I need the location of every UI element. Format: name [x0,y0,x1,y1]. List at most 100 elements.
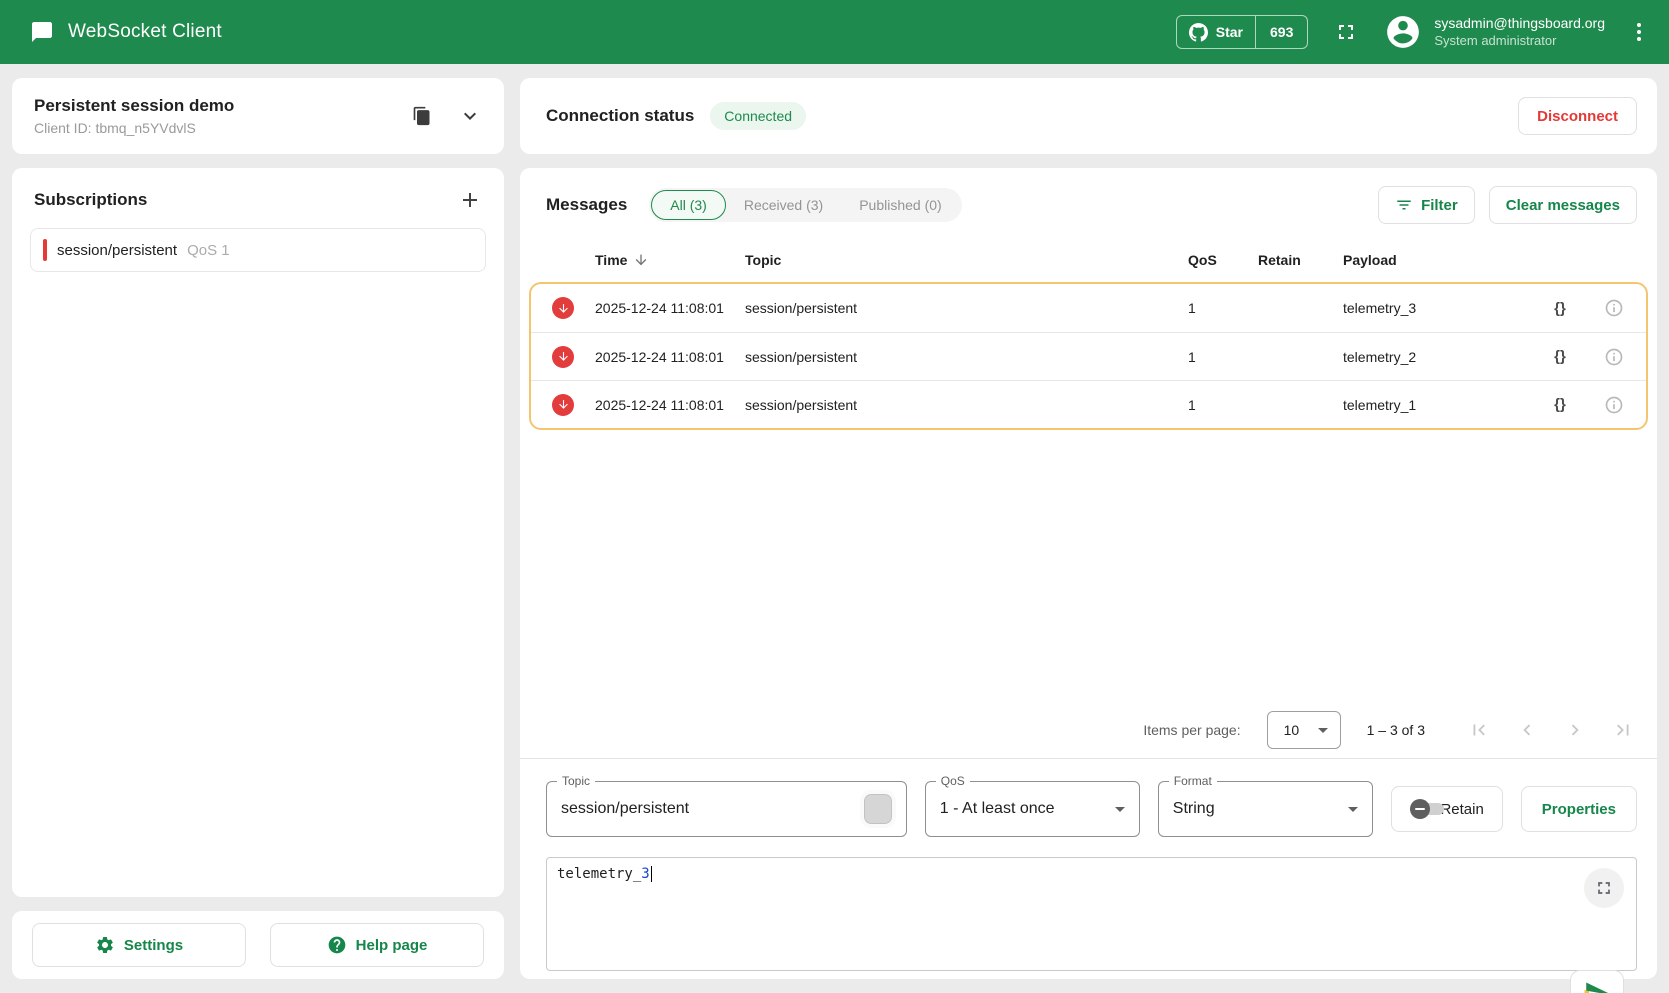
previous-page-button[interactable] [1509,712,1545,748]
messages-tab-group: All (3) Received (3) Published (0) [649,188,961,222]
cell-time: 2025-12-24 11:08:01 [595,300,745,316]
cell-topic: session/persistent [745,397,1188,413]
help-page-label: Help page [356,937,428,954]
info-icon[interactable] [1604,395,1624,415]
editor-text: telemetry_ [557,866,641,882]
cell-qos: 1 [1188,397,1258,413]
topic-input[interactable] [561,800,864,818]
publish-form: Topic QoS 1 - At least once Format Strin… [520,759,1657,837]
chevron-down-icon [1348,807,1358,812]
table-row[interactable]: 2025-12-24 11:08:01 session/persistent 1… [531,380,1646,428]
subscription-item[interactable]: session/persistent QoS 1 [30,228,486,272]
more-menu-button[interactable] [1631,17,1647,47]
tab-received[interactable]: Received (3) [726,190,841,220]
chevron-down-icon [1115,807,1125,812]
filter-label: Filter [1421,197,1458,214]
received-message-icon [552,297,574,319]
cell-payload: telemetry_3 [1343,300,1538,316]
cell-qos: 1 [1188,349,1258,365]
disconnect-button[interactable]: Disconnect [1518,97,1637,135]
settings-button[interactable]: Settings [32,923,246,967]
subscription-qos: QoS 1 [187,242,230,259]
cell-qos: 1 [1188,300,1258,316]
session-card: Persistent session demo Client ID: tbmq_… [12,78,504,154]
github-star-count: 693 [1255,16,1307,48]
user-properties-icon[interactable]: {} [1538,348,1582,365]
properties-button[interactable]: Properties [1521,786,1637,832]
clear-messages-button[interactable]: Clear messages [1489,186,1637,224]
fullscreen-button[interactable] [1334,20,1358,44]
user-menu[interactable]: sysadmin@thingsboard.org System administ… [1384,13,1605,51]
connection-status-card: Connection status Connected Disconnect [520,78,1657,154]
editor-number: 3 [641,866,649,882]
table-row[interactable]: 2025-12-24 11:08:01 session/persistent 1… [531,332,1646,380]
user-properties-icon[interactable]: {} [1538,396,1582,413]
retain-toggle[interactable]: Retain [1391,786,1503,832]
github-star-button[interactable]: Star 693 [1176,15,1309,49]
send-message-button[interactable] [1570,970,1624,993]
user-properties-icon[interactable]: {} [1538,300,1582,317]
page-range-label: 1 – 3 of 3 [1367,722,1425,738]
sidebar-footer: Settings Help page [12,911,504,979]
connection-status-badge: Connected [710,102,806,130]
received-message-icon [552,346,574,368]
github-star-label: Star [1216,24,1243,40]
received-message-icon [552,394,574,416]
table-row[interactable]: 2025-12-24 11:08:01 session/persistent 1… [531,284,1646,332]
expand-editor-button[interactable] [1584,868,1624,908]
messages-title: Messages [546,195,627,215]
sort-descending-icon [633,252,649,268]
retain-label: Retain [1440,801,1483,818]
cell-payload: telemetry_1 [1343,397,1538,413]
copy-client-id-button[interactable] [412,106,432,126]
add-subscription-button[interactable] [458,188,482,212]
tab-all[interactable]: All (3) [651,190,726,220]
column-qos: QoS [1188,252,1258,268]
format-select[interactable]: Format String [1158,781,1373,837]
cell-topic: session/persistent [745,349,1188,365]
info-icon[interactable] [1604,298,1624,318]
topic-field: Topic [546,781,907,837]
items-per-page-label: Items per page: [1143,722,1240,738]
column-retain: Retain [1258,252,1343,268]
client-id: Client ID: tbmq_n5YVdvlS [34,120,234,136]
github-icon [1189,23,1208,42]
user-role: System administrator [1434,33,1605,50]
format-value: String [1173,800,1215,818]
last-page-button[interactable] [1605,712,1641,748]
connection-status-title: Connection status [546,106,694,126]
paginator: Items per page: 10 1 – 3 of 3 [520,702,1657,758]
toggle-off-icon [1410,801,1429,817]
avatar [1384,13,1422,51]
first-page-button[interactable] [1461,712,1497,748]
filter-icon [1395,196,1413,214]
subscription-color-accent [43,239,47,261]
info-icon[interactable] [1604,347,1624,367]
qos-select[interactable]: QoS 1 - At least once [925,781,1140,837]
tab-published[interactable]: Published (0) [841,190,960,220]
page-size-select[interactable]: 10 [1267,711,1341,749]
chat-bubble-icon [30,20,54,44]
subscriptions-card: Subscriptions session/persistent QoS 1 [12,168,504,897]
collapse-session-button[interactable] [458,104,482,128]
session-title: Persistent session demo [34,96,234,116]
next-page-button[interactable] [1557,712,1593,748]
help-page-button[interactable]: Help page [270,923,484,967]
column-payload: Payload [1343,252,1538,268]
top-app-bar: WebSocket Client Star 693 sysadmin@thing… [0,0,1669,64]
filter-button[interactable]: Filter [1378,186,1475,224]
app-title: WebSocket Client [68,21,222,43]
payload-editor[interactable]: telemetry_3 [546,857,1637,971]
text-cursor [651,866,652,882]
gear-icon [95,935,115,955]
column-time[interactable]: Time [595,252,745,268]
topic-color-swatch[interactable] [864,794,892,824]
column-topic: Topic [745,252,1188,268]
settings-label: Settings [124,937,183,954]
cell-payload: telemetry_2 [1343,349,1538,365]
subscription-topic: session/persistent [57,242,177,259]
help-icon [327,935,347,955]
cell-time: 2025-12-24 11:08:01 [595,397,745,413]
qos-value: 1 - At least once [940,800,1055,818]
subscriptions-title: Subscriptions [34,190,147,210]
